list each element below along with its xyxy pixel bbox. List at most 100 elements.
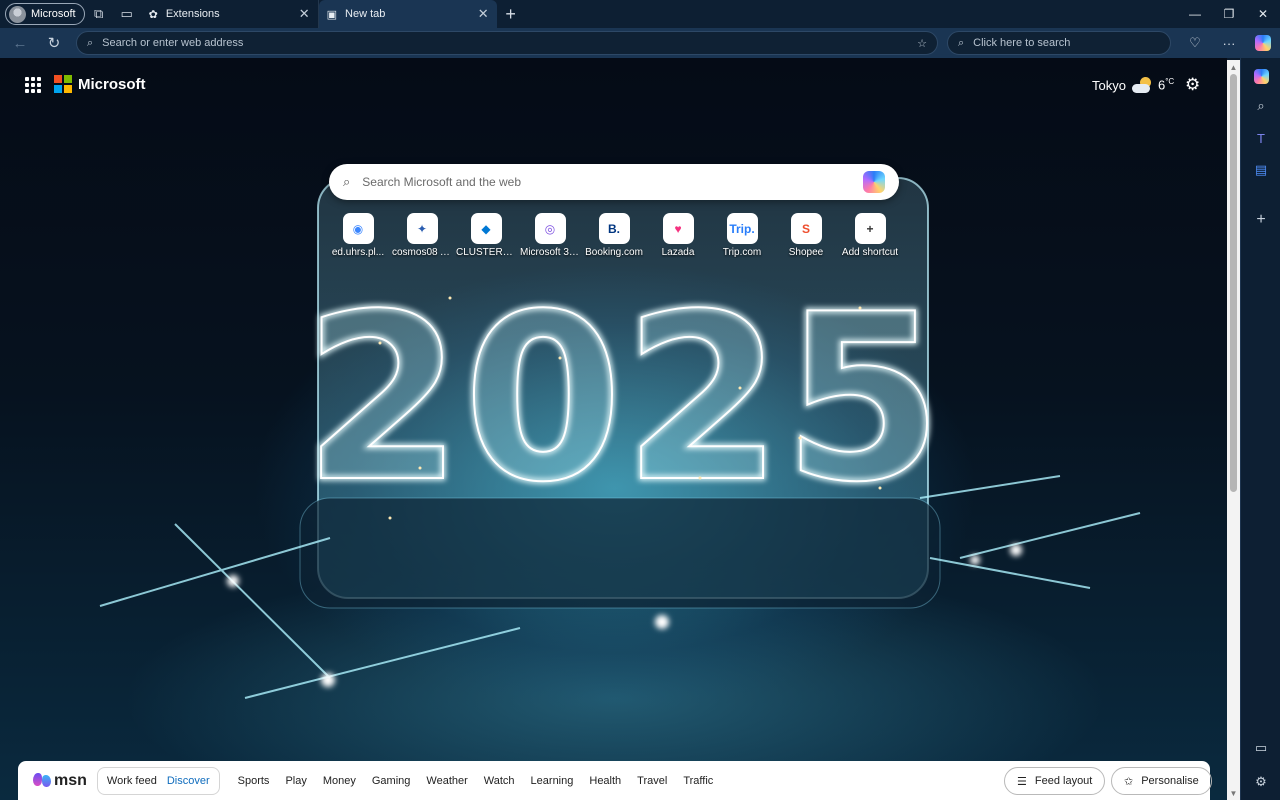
minimize-button[interactable]: — [1178,0,1212,28]
personalise-button[interactable]: ✩ Personalise [1111,767,1212,795]
edge-sidebar: ⌕ T ▤ + ▭ ⚙ [1240,58,1280,800]
toolbar: ← ↻ ⌕ Search or enter web address ☆ ⌕ Cl… [0,28,1280,58]
shortcut-label: CLUSTERED ... [456,247,516,258]
shortcut-tile[interactable]: + Add shortcut [838,213,902,258]
workspaces-icon[interactable]: ⧉ [85,0,113,28]
shortcut-label: Shopee [788,247,824,258]
window-controls: — ❐ ✕ [1178,0,1280,28]
address-bar[interactable]: ⌕ Search or enter web address ☆ [76,31,938,55]
feed-category-link[interactable]: Learning [523,775,582,787]
newtab-page-icon: ▣ [326,8,338,21]
new-tab-button[interactable]: + [497,0,525,28]
refresh-button[interactable]: ↻ [38,28,70,58]
profile-button[interactable]: Microsoft [5,3,85,25]
favorite-star-icon[interactable]: ☆ [917,37,927,50]
feed-toggle: Work feed Discover [96,767,220,795]
avatar [9,5,26,23]
close-window-button[interactable]: ✕ [1246,0,1280,28]
shortcut-favicon-icon: B. [598,213,630,244]
restore-button[interactable]: ❐ [1212,0,1246,28]
tab-actions-icon[interactable]: ▭ [113,0,141,28]
search-icon: ⌕ [87,36,94,49]
more-menu-icon[interactable]: ··· [1212,36,1246,51]
shortcut-favicon-icon: ✦ [406,213,438,244]
toolbar-search-input[interactable]: Click here to search [973,37,1070,49]
copilot-sidebar-icon[interactable] [1251,66,1271,86]
apps-launcher-icon[interactable] [25,77,41,93]
feed-category-link[interactable]: Traffic [675,775,721,787]
shortcut-tile[interactable]: ◉ ed.uhrs.pl... [326,213,390,258]
microsoft-logo[interactable]: Microsoft [54,75,146,93]
shortcut-label: ed.uhrs.pl... [331,247,385,258]
search-sidebar-icon[interactable]: ⌕ [1251,96,1271,116]
feed-category-link[interactable]: Money [315,775,364,787]
shortcut-tiles: ◉ ed.uhrs.pl... ✦ cosmos08 A... ◆ CLUSTERED .… [326,213,902,258]
scroll-up-arrow-icon[interactable]: ▲ [1227,60,1240,74]
copilot-icon[interactable] [1246,35,1280,51]
translator-icon[interactable]: ▤ [1251,160,1271,180]
microsoft-squares-icon [54,75,72,93]
shortcut-label: Microsoft 365 [520,247,580,258]
tab-title: Extensions [165,8,220,20]
search-icon: ⌕ [343,174,351,189]
shortcut-tile[interactable]: S Shopee [774,213,838,258]
weather-city: Tokyo [1092,77,1126,93]
main-search-input[interactable]: Search Microsoft and the web [362,175,851,189]
feed-category-link[interactable]: Play [277,775,314,787]
feed-category-link[interactable]: Health [581,775,629,787]
shortcut-favicon-icon: + [854,213,886,244]
tab-new-tab[interactable]: ▣ New tab ✕ [318,0,497,28]
main-search-box[interactable]: ⌕ Search Microsoft and the web [329,164,899,200]
discover-tab[interactable]: Discover [162,775,215,787]
page-settings-gear-icon[interactable]: ⚙ [1185,75,1200,95]
feed-category-link[interactable]: Travel [629,775,675,787]
shortcut-tile[interactable]: B. Booking.com [582,213,646,258]
feed-category-link[interactable]: Watch [476,775,523,787]
new-tab-page: 2025 2025 Microsoft Tokyo 6°C ⚙ ⌕ Search… [0,58,1227,800]
sidebar-settings-gear-icon[interactable]: ⚙ [1251,772,1271,792]
teams-icon[interactable]: T [1251,128,1271,148]
screen-cast-icon[interactable]: ▭ [1251,738,1271,758]
personalise-label: Personalise [1141,775,1199,787]
shortcut-tile[interactable]: ✦ cosmos08 A... [390,213,454,258]
scroll-down-arrow-icon[interactable]: ▼ [1227,786,1240,800]
msn-logo[interactable]: msn [33,772,87,790]
msn-brand-text: msn [54,772,87,789]
close-tab-icon[interactable]: ✕ [299,6,310,22]
shortcut-label: Lazada [661,247,695,258]
page-scrollbar[interactable]: ▲ ▼ [1227,60,1240,800]
shortcut-tile[interactable]: ◆ CLUSTERED ... [454,213,518,258]
weather-widget[interactable]: Tokyo 6°C [1092,77,1174,93]
address-input[interactable]: Search or enter web address [102,37,908,49]
feed-category-link[interactable]: Sports [230,775,278,787]
shortcut-label: Trip.com [722,247,762,258]
tab-extensions[interactable]: ✿ Extensions ✕ [141,0,319,28]
feed-category-link[interactable]: Weather [418,775,475,787]
browser-essentials-icon[interactable]: ♡ [1178,35,1212,51]
toolbar-search[interactable]: ⌕ Click here to search [947,31,1171,55]
shortcut-label: Add shortcut [841,247,899,258]
feed-category-link[interactable]: Gaming [364,775,419,787]
add-sidebar-app-icon[interactable]: + [1251,210,1271,230]
shortcut-tile[interactable]: ◎ Microsoft 365 [518,213,582,258]
shortcut-tile[interactable]: ♥ Lazada [646,213,710,258]
puzzle-icon: ✿ [148,8,158,21]
search-icon: ⌕ [958,36,965,49]
profile-name: Microsoft [31,8,76,20]
back-button[interactable]: ← [4,28,36,58]
svg-text:2025: 2025 [303,266,943,533]
shortcut-favicon-icon: ◆ [470,213,502,244]
feed-layout-button[interactable]: ☰ Feed layout [1004,767,1106,795]
toolbar-right: ♡ ··· [1178,28,1280,58]
copilot-icon[interactable] [863,171,885,193]
weather-temp: 6°C [1157,77,1175,93]
shortcut-favicon-icon: ◎ [534,213,566,244]
close-tab-icon[interactable]: ✕ [478,6,489,22]
shortcut-label: cosmos08 A... [392,247,452,258]
shortcut-tile[interactable]: Trip. Trip.com [710,213,774,258]
work-feed-tab[interactable]: Work feed [102,775,162,787]
shortcut-favicon-icon: ◉ [342,213,374,244]
scrollbar-thumb[interactable] [1230,74,1237,492]
shortcut-favicon-icon: ♥ [662,213,694,244]
msn-feed-bar: msn Work feed Discover Sports Play Money Ga… [18,761,1212,800]
